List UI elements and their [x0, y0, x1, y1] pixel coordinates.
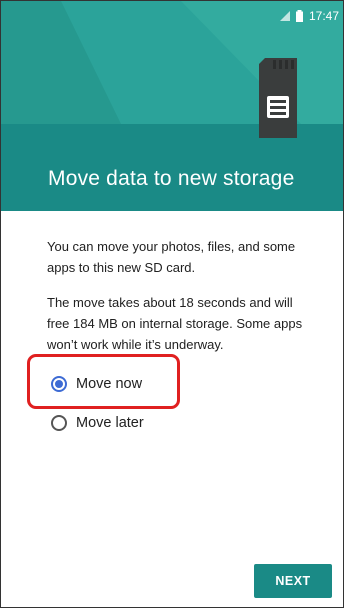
header-banner: 17:47 Move data to new storage	[1, 1, 343, 211]
setup-screen: 17:47 Move data to new storage You can m…	[0, 0, 344, 608]
move-details-text: The move takes about 18 seconds and will…	[47, 295, 303, 352]
radio-selected-icon[interactable]	[51, 376, 67, 392]
status-bar: 17:47	[279, 7, 339, 25]
option-label: Move now	[76, 376, 143, 392]
next-button[interactable]: NEXT	[254, 564, 332, 598]
signal-icon	[279, 11, 290, 21]
radio-unselected-icon[interactable]	[51, 415, 67, 431]
page-title: Move data to new storage	[48, 167, 295, 190]
status-time: 17:47	[308, 9, 339, 23]
sd-card-icon	[259, 58, 297, 138]
option-move-now[interactable]: Move now	[51, 376, 142, 392]
option-move-later[interactable]: Move later	[51, 415, 144, 431]
battery-icon	[295, 10, 303, 22]
option-label: Move later	[76, 415, 144, 431]
description-text: You can move your photos, files, and som…	[47, 239, 296, 275]
